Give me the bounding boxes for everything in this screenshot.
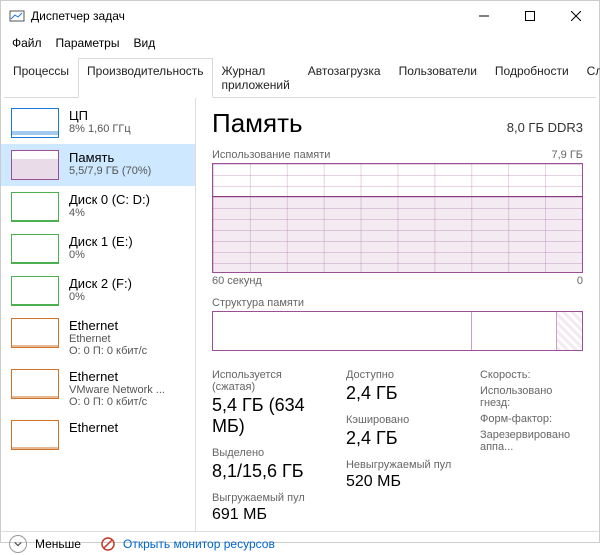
sidebar[interactable]: ЦП8% 1,60 ГГцПамять5,5/7,9 ГБ (70%)Диск … <box>1 98 196 531</box>
xaxis-left: 60 секунд <box>212 275 262 287</box>
open-resmon-link[interactable]: Открыть монитор ресурсов <box>123 537 275 551</box>
memory-composition-bar <box>212 311 583 351</box>
bottombar: Меньше Открыть монитор ресурсов <box>1 531 599 555</box>
sidebar-item-line1: 0% <box>69 249 133 261</box>
tab-performance[interactable]: Производительность <box>78 58 212 98</box>
reserved-label: Зарезервировано аппа... <box>480 429 583 453</box>
speed-label: Скорость: <box>480 369 583 381</box>
sidebar-item[interactable]: Диск 2 (F:)0% <box>1 270 195 312</box>
tab-startup[interactable]: Автозагрузка <box>299 58 390 98</box>
maximize-button[interactable] <box>507 1 553 31</box>
sidebar-item-title: Ethernet <box>69 318 147 333</box>
fewer-details-label[interactable]: Меньше <box>35 537 81 551</box>
sidebar-item-line1: VMware Network ... <box>69 384 165 396</box>
no-entry-icon <box>101 537 115 551</box>
tabs: Процессы Производительность Журнал прило… <box>4 57 596 98</box>
app-icon <box>9 8 25 24</box>
usage-label: Использование памяти <box>212 149 330 161</box>
close-button[interactable] <box>553 1 599 31</box>
cached-value: 2,4 ГБ <box>346 428 460 449</box>
tab-services[interactable]: Службы <box>578 58 600 98</box>
sidebar-item-title: Диск 1 (E:) <box>69 234 133 249</box>
composition-label: Структура памяти <box>212 297 304 309</box>
sidebar-item-title: Ethernet <box>69 369 165 384</box>
form-label: Форм-фактор: <box>480 413 583 425</box>
paged-value: 691 МБ <box>212 506 326 524</box>
sidebar-thumb <box>11 108 59 138</box>
avail-label: Доступно <box>346 369 460 381</box>
tab-app-history[interactable]: Журнал приложений <box>213 58 299 98</box>
sidebar-item[interactable]: Ethernet <box>1 414 195 456</box>
tab-users[interactable]: Пользователи <box>390 58 486 98</box>
sidebar-thumb <box>11 369 59 399</box>
page-title: Память <box>212 108 303 139</box>
minimize-button[interactable] <box>461 1 507 31</box>
xaxis-right: 0 <box>577 275 583 287</box>
sidebar-item[interactable]: ЦП8% 1,60 ГГц <box>1 102 195 144</box>
sidebar-thumb <box>11 318 59 348</box>
sidebar-item-line1: 4% <box>69 207 150 219</box>
window-title: Диспетчер задач <box>31 9 461 23</box>
usage-max: 7,9 ГБ <box>551 149 583 161</box>
sidebar-item-title: Диск 0 (C: D:) <box>69 192 150 207</box>
cached-label: Кэшировано <box>346 414 460 426</box>
menubar: Файл Параметры Вид <box>1 31 599 55</box>
sidebar-item[interactable]: Диск 0 (C: D:)4% <box>1 186 195 228</box>
tab-details[interactable]: Подробности <box>486 58 578 98</box>
menu-file[interactable]: Файл <box>5 33 49 53</box>
nonpaged-value: 520 МБ <box>346 473 460 491</box>
sidebar-item[interactable]: EthernetVMware Network ...О: 0 П: 0 кбит… <box>1 363 195 414</box>
sidebar-thumb <box>11 234 59 264</box>
sidebar-item-line1: Ethernet <box>69 333 147 345</box>
sidebar-item-title: Ethernet <box>69 420 118 435</box>
sidebar-item[interactable]: Память5,5/7,9 ГБ (70%) <box>1 144 195 186</box>
in-use-label: Используется (сжатая) <box>212 369 326 393</box>
nonpaged-label: Невыгружаемый пул <box>346 459 460 471</box>
sidebar-thumb <box>11 150 59 180</box>
sidebar-item-line1: 5,5/7,9 ГБ (70%) <box>69 165 151 177</box>
menu-options[interactable]: Параметры <box>49 33 127 53</box>
avail-value: 2,4 ГБ <box>346 383 460 404</box>
sidebar-thumb <box>11 192 59 222</box>
sidebar-item-title: Память <box>69 150 151 165</box>
sidebar-thumb <box>11 420 59 450</box>
committed-value: 8,1/15,6 ГБ <box>212 461 326 482</box>
sidebar-item-line1: 0% <box>69 291 132 303</box>
paged-label: Выгружаемый пул <box>212 492 326 504</box>
menu-view[interactable]: Вид <box>126 33 162 53</box>
sidebar-item-line2: О: 0 П: 0 кбит/с <box>69 396 165 408</box>
sidebar-item-line1: 8% 1,60 ГГц <box>69 123 131 135</box>
sidebar-thumb <box>11 276 59 306</box>
memory-usage-chart <box>212 163 583 273</box>
fewer-details-icon[interactable] <box>9 535 27 553</box>
sidebar-item[interactable]: Диск 1 (E:)0% <box>1 228 195 270</box>
in-use-value: 5,4 ГБ (634 МБ) <box>212 395 326 437</box>
titlebar: Диспетчер задач <box>1 1 599 31</box>
sidebar-item-title: Диск 2 (F:) <box>69 276 132 291</box>
sidebar-item-line2: О: 0 П: 0 кбит/с <box>69 345 147 357</box>
tab-processes[interactable]: Процессы <box>4 58 78 98</box>
sidebar-item[interactable]: EthernetEthernetО: 0 П: 0 кбит/с <box>1 312 195 363</box>
page-subtitle: 8,0 ГБ DDR3 <box>507 120 583 135</box>
sidebar-item-title: ЦП <box>69 108 131 123</box>
slots-label: Использовано гнезд: <box>480 385 583 409</box>
main-panel: Память 8,0 ГБ DDR3 Использование памяти … <box>196 98 599 531</box>
committed-label: Выделено <box>212 447 326 459</box>
